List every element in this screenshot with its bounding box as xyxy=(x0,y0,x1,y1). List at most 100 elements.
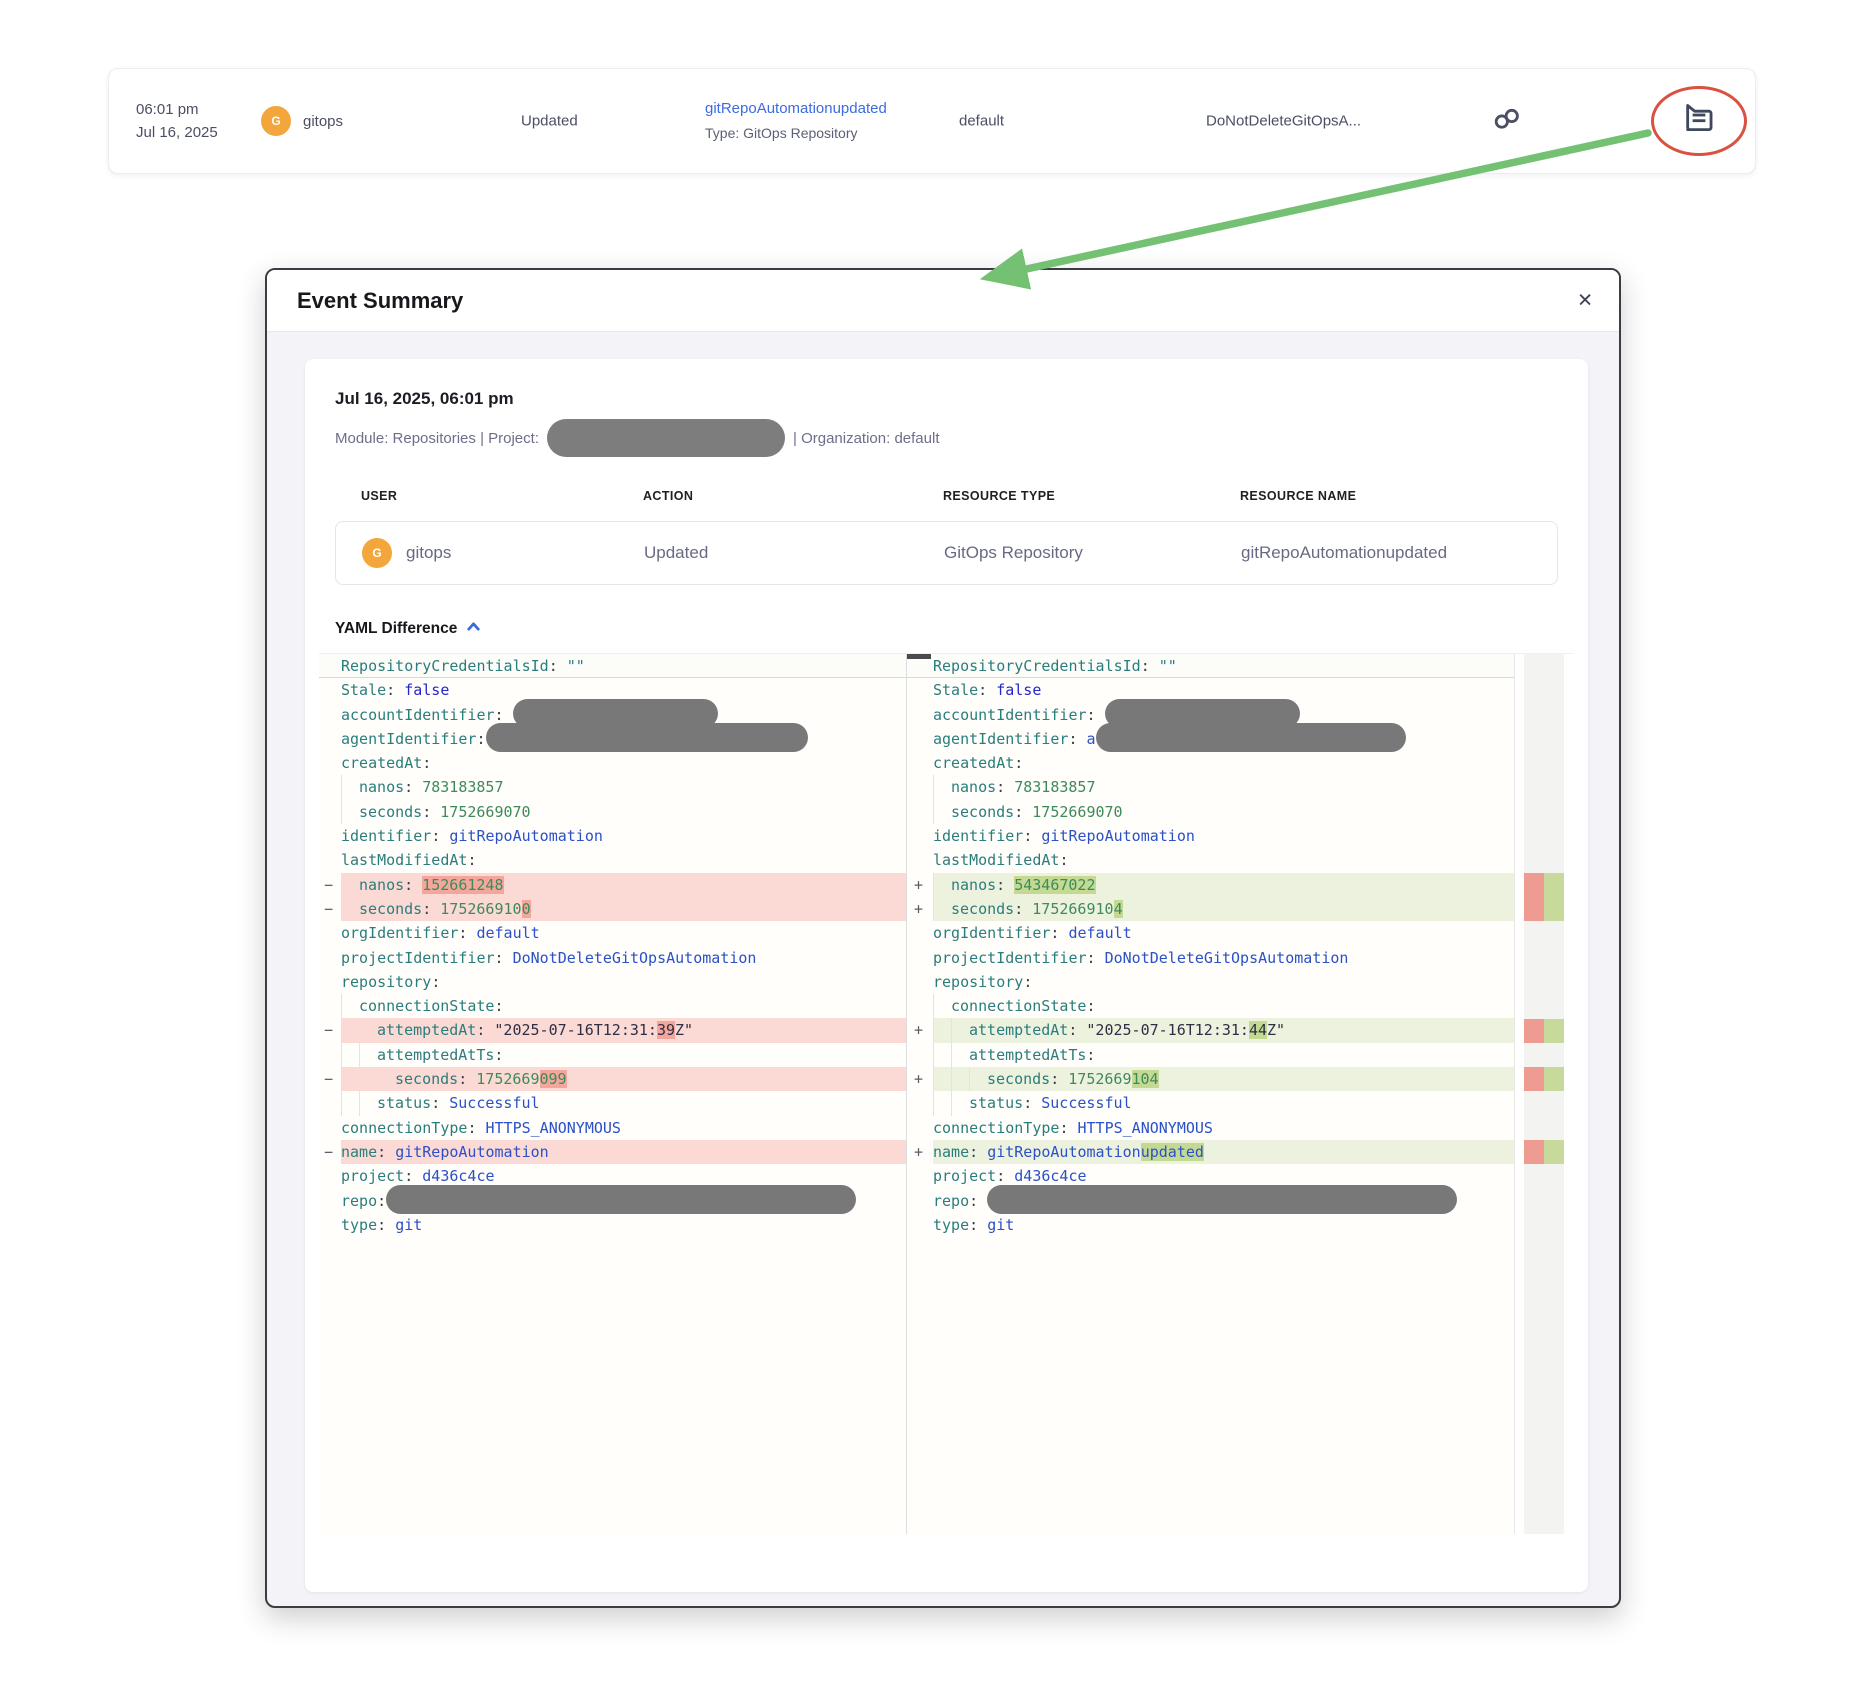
code-segment: : xyxy=(1050,1070,1068,1088)
diff-line: RepositoryCredentialsId: "" xyxy=(319,654,906,678)
code-segment: HTTPS_ANONYMOUS xyxy=(1078,1119,1213,1137)
code-segment: : xyxy=(1068,1021,1086,1039)
indent-guide xyxy=(933,1091,951,1115)
copy-link-button[interactable] xyxy=(1494,106,1520,136)
code-segment: identifier xyxy=(933,827,1023,845)
close-icon[interactable]: ✕ xyxy=(1577,291,1593,310)
code-segment: git xyxy=(987,1216,1014,1234)
code-segment: 175266910 xyxy=(1032,900,1113,918)
code-segment: : xyxy=(1050,924,1068,942)
code-segment: orgIdentifier xyxy=(341,924,458,942)
code-segment: : xyxy=(1086,997,1095,1015)
code-segment: default xyxy=(1068,924,1131,942)
diff-line: orgIdentifier: default xyxy=(319,921,906,945)
code-segment: repo xyxy=(341,1192,377,1210)
diff-line-code: attemptedAtTs: xyxy=(341,1043,906,1067)
diff-line: −attemptedAt: "2025-07-16T12:31:39Z" xyxy=(319,1018,906,1042)
diff-splitter-handle[interactable] xyxy=(907,654,931,659)
code-segment: : xyxy=(1087,949,1105,967)
code-segment: project xyxy=(341,1167,404,1185)
code-segment: identifier xyxy=(341,827,431,845)
code-segment: projectIdentifier xyxy=(341,949,495,967)
resource-name-link[interactable]: gitRepoAutomationupdated xyxy=(705,96,887,121)
yaml-difference-label: YAML Difference xyxy=(335,620,457,638)
diff-line-code: projectIdentifier: DoNotDeleteGitOpsAuto… xyxy=(933,946,1514,970)
code-segment: : xyxy=(476,1021,494,1039)
indent-guide xyxy=(359,1018,377,1042)
meta-prefix: Module: Repositories | Project: xyxy=(335,430,539,447)
row-resource-type: GitOps Repository xyxy=(944,543,1241,563)
code-segment: Z" xyxy=(675,1021,693,1039)
code-segment: 44 xyxy=(1249,1021,1267,1039)
code-segment: : xyxy=(1086,1046,1095,1064)
removed-line-marker: − xyxy=(324,1018,338,1042)
diff-line-code: seconds: 1752669070 xyxy=(933,800,1514,824)
code-segment: : xyxy=(495,706,513,724)
diff-line: +nanos: 543467022 xyxy=(907,873,1514,897)
code-segment: : xyxy=(431,827,449,845)
code-segment: : xyxy=(1014,803,1032,821)
yaml-diff-viewer[interactable]: RepositoryCredentialsId: ""Stale: falsea… xyxy=(319,653,1574,1534)
diff-line-code: repo: xyxy=(933,1189,1514,1213)
diff-line: −seconds: 1752669099 xyxy=(319,1067,906,1091)
diff-line-code: nanos: 783183857 xyxy=(933,775,1514,799)
code-segment: : xyxy=(1023,1094,1041,1112)
ruler-change-mark xyxy=(1524,1067,1564,1091)
user-name: gitops xyxy=(303,113,343,130)
diff-line-code: createdAt: xyxy=(933,751,1514,775)
diff-line: projectIdentifier: DoNotDeleteGitOpsAuto… xyxy=(907,946,1514,970)
code-segment: : xyxy=(969,1143,987,1161)
diff-line-code: name: gitRepoAutomationupdated xyxy=(933,1140,1514,1164)
collapse-section-toggle[interactable] xyxy=(465,619,482,639)
ruler-change-mark xyxy=(1524,1019,1564,1043)
added-line-marker: + xyxy=(914,1018,928,1042)
diff-line: connectionType: HTTPS_ANONYMOUS xyxy=(907,1116,1514,1140)
code-segment: seconds xyxy=(359,900,422,918)
diff-line: connectionType: HTTPS_ANONYMOUS xyxy=(319,1116,906,1140)
indent-guide xyxy=(341,994,359,1018)
code-segment: "2025-07-16T12:31: xyxy=(494,1021,657,1039)
code-segment: createdAt xyxy=(933,754,1014,772)
diff-line: repo: xyxy=(319,1189,906,1213)
diff-line: status: Successful xyxy=(319,1091,906,1115)
code-segment: : xyxy=(494,997,503,1015)
code-segment: : xyxy=(1141,657,1159,675)
code-segment: seconds xyxy=(987,1070,1050,1088)
indent-guide xyxy=(377,1067,395,1091)
code-segment: attemptedAtTs xyxy=(969,1046,1086,1064)
diff-overview-ruler[interactable] xyxy=(1514,654,1574,1534)
event-organization: default xyxy=(959,113,1004,130)
ruler-change-mark xyxy=(1524,1140,1564,1164)
audit-event-row[interactable]: 06:01 pm Jul 16, 2025 G gitops Updated g… xyxy=(108,68,1756,174)
diff-line-code: orgIdentifier: default xyxy=(933,921,1514,945)
diff-line-code: nanos: 152661248 xyxy=(341,873,906,897)
diff-line-code: createdAt: xyxy=(341,751,906,775)
code-segment: : xyxy=(476,730,485,748)
diff-line-code: nanos: 543467022 xyxy=(933,873,1514,897)
code-segment: RepositoryCredentialsId xyxy=(933,657,1141,675)
event-summary-modal: Event Summary ✕ Jul 16, 2025, 06:01 pm M… xyxy=(265,268,1621,1608)
code-segment: attemptedAt xyxy=(969,1021,1068,1039)
code-segment: repository xyxy=(933,973,1023,991)
diff-line: −nanos: 152661248 xyxy=(319,873,906,897)
code-segment: "2025-07-16T12:31: xyxy=(1086,1021,1249,1039)
code-segment: seconds xyxy=(359,803,422,821)
added-line-marker: + xyxy=(914,897,928,921)
indent-guide xyxy=(341,775,359,799)
code-segment: RepositoryCredentialsId xyxy=(341,657,549,675)
code-segment: : xyxy=(1023,827,1041,845)
diff-line-code: RepositoryCredentialsId: "" xyxy=(933,654,1514,678)
diff-line: RepositoryCredentialsId: "" xyxy=(907,654,1514,678)
code-segment: accountIdentifier xyxy=(933,706,1087,724)
diff-line: identifier: gitRepoAutomation xyxy=(907,824,1514,848)
code-segment: gitRepoAutomation xyxy=(449,827,603,845)
code-segment: connectionState xyxy=(951,997,1086,1015)
code-segment: git xyxy=(395,1216,422,1234)
code-segment: type xyxy=(933,1216,969,1234)
diff-line-code: identifier: gitRepoAutomation xyxy=(341,824,906,848)
diff-overview-track xyxy=(1524,654,1564,1534)
diff-line: seconds: 1752669070 xyxy=(319,800,906,824)
indent-guide xyxy=(933,1018,951,1042)
diff-line: −name: gitRepoAutomation xyxy=(319,1140,906,1164)
code-segment: : xyxy=(1087,706,1105,724)
